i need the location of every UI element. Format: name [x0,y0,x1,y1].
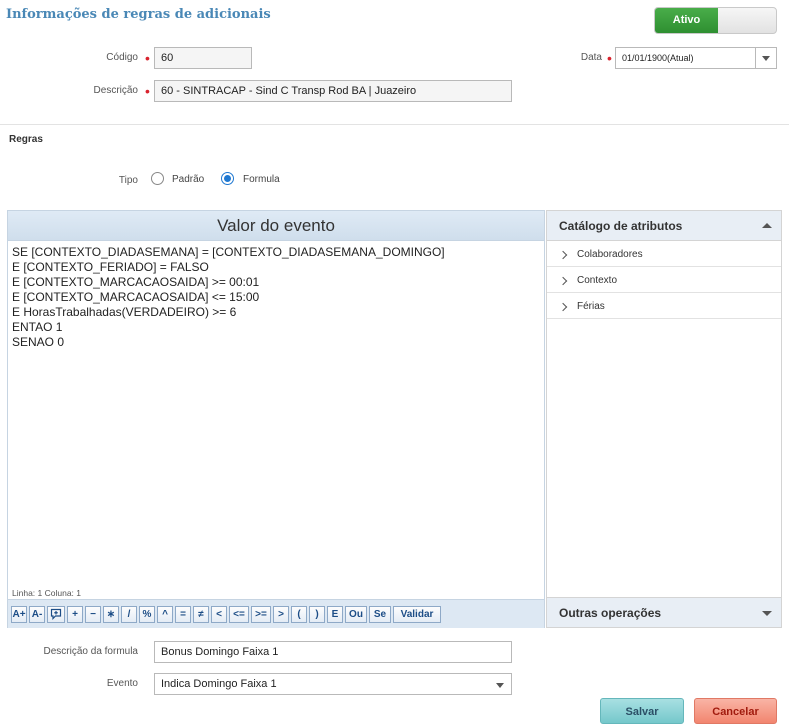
not-equals-button[interactable]: ≠ [193,606,209,623]
plus-button[interactable]: + [67,606,83,623]
formula-text[interactable]: SE [CONTEXTO_DIADASEMANA] = [CONTEXTO_DI… [12,245,445,350]
required-marker: • [145,50,150,66]
data-select-arrow[interactable] [755,48,776,68]
evento-select-value: Indica Domingo Faixa 1 [161,678,277,690]
radio-padrao-label: Padrão [172,174,205,185]
evento-label: Evento [106,678,138,689]
insert-comment-button[interactable] [47,606,65,623]
required-marker: • [145,83,150,99]
evento-select[interactable]: Indica Domingo Faixa 1 [154,673,512,695]
codigo-label: Código [106,52,138,63]
validate-button[interactable]: Validar [393,606,441,623]
codigo-input[interactable]: 60 [154,47,252,69]
divide-button[interactable]: / [121,606,137,623]
formula-line: E [CONTEXTO_FERIADO] = FALSO [12,260,209,274]
data-label: Data [580,52,602,63]
operator-toolbar: A+ A- + − ∗ / % ^ = ≠ < <= >= > ( ) E Ou… [8,599,544,628]
catalog-header[interactable]: Catálogo de atributos [547,211,781,241]
catalog-item-label: Férias [577,301,605,312]
font-increase-button[interactable]: A+ [11,606,27,623]
data-select-value: 01/01/1900(Atual) [622,53,694,63]
chevron-right-icon [558,302,568,312]
formula-editor: Valor do evento SE [CONTEXTO_DIADASEMANA… [7,210,545,628]
data-select[interactable]: 01/01/1900(Atual) [615,47,777,69]
formula-line: E [CONTEXTO_MARCACAOSAIDA] >= 00:01 [12,275,260,289]
catalog-item-label: Colaboradores [577,249,643,260]
less-than-button[interactable]: < [211,606,227,623]
chevron-down-icon [762,611,772,616]
formula-line: E [CONTEXTO_MARCACAOSAIDA] <= 15:00 [12,290,260,304]
if-button[interactable]: Se [369,606,391,623]
formula-line: SE [CONTEXTO_DIADASEMANA] = [CONTEXTO_DI… [12,245,445,259]
greater-than-button[interactable]: > [273,606,289,623]
catalog-item-label: Contexto [577,275,618,286]
radio-formula[interactable] [221,172,234,185]
open-paren-button[interactable]: ( [291,606,307,623]
descricao-formula-label: Descrição da formula [43,646,138,657]
descricao-input[interactable]: 60 - SINTRACAP - Sind C Transp Rod BA | … [154,80,512,102]
descricao-formula-input[interactable]: Bonus Domingo Faixa 1 [154,641,512,663]
other-operations-header[interactable]: Outras operações [547,597,781,627]
comment-plus-icon [50,608,62,620]
power-button[interactable]: ^ [157,606,173,623]
catalog-item-ferias[interactable]: Férias [547,294,781,319]
greater-equal-button[interactable]: >= [251,606,271,623]
attribute-catalog: Catálogo de atributos Colaboradores Cont… [546,210,782,628]
chevron-up-icon [762,223,772,228]
minus-button[interactable]: − [85,606,101,623]
save-button[interactable]: Salvar [600,698,684,724]
editor-title: Valor do evento [8,211,544,241]
chevron-down-icon [496,683,504,688]
multiply-button[interactable]: ∗ [103,606,119,623]
descricao-label: Descrição [93,85,138,96]
active-toggle-label: Ativo [655,8,718,33]
cursor-status: Linha: 1 Coluna: 1 [12,588,81,598]
formula-line: E HorasTrabalhadas(VERDADEIRO) >= 6 [12,305,237,319]
required-marker: • [607,50,612,66]
font-decrease-button[interactable]: A- [29,606,45,623]
catalog-item-colaboradores[interactable]: Colaboradores [547,242,781,267]
divider [0,124,789,125]
cancel-button[interactable]: Cancelar [694,698,777,724]
page-title: Informações de regras de adicionais [6,7,271,22]
other-operations-title: Outras operações [559,606,662,620]
close-paren-button[interactable]: ) [309,606,325,623]
and-button[interactable]: E [327,606,343,623]
formula-line: SENAO 0 [12,335,65,349]
radio-padrao[interactable] [151,172,164,185]
active-toggle[interactable]: Ativo [654,7,777,34]
equals-button[interactable]: = [175,606,191,623]
or-button[interactable]: Ou [345,606,367,623]
less-equal-button[interactable]: <= [229,606,249,623]
chevron-right-icon [558,276,568,286]
radio-formula-label: Formula [243,174,280,185]
chevron-down-icon [762,55,770,61]
modulo-button[interactable]: % [139,606,155,623]
tipo-label: Tipo [118,175,138,186]
catalog-item-contexto[interactable]: Contexto [547,268,781,293]
formula-line: ENTAO 1 [12,320,63,334]
chevron-right-icon [558,250,568,260]
section-title-regras: Regras [9,134,43,145]
catalog-title: Catálogo de atributos [559,219,683,233]
